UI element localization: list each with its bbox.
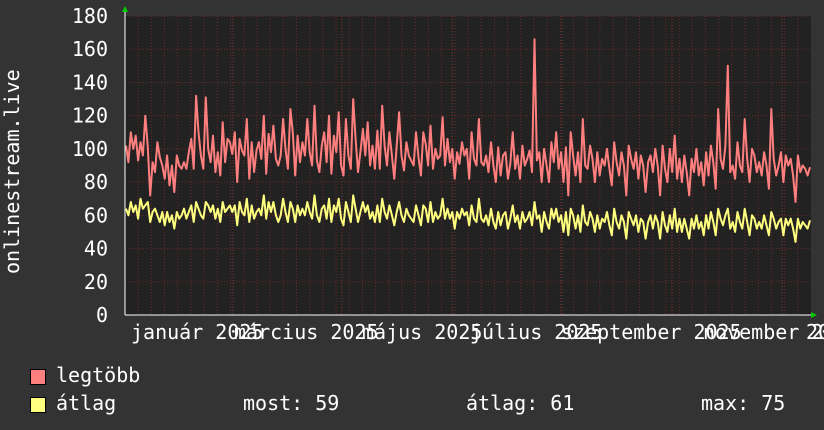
y-tick-label: 20 bbox=[84, 270, 108, 294]
x-tick-label: 20 bbox=[806, 320, 824, 344]
legend-swatch-atlag bbox=[30, 396, 46, 413]
stat-most: most: 59 bbox=[243, 391, 340, 415]
legend-swatch-legtobb bbox=[30, 368, 46, 385]
y-tick-label: 120 bbox=[72, 104, 108, 128]
x-tick-label: május 2025 bbox=[362, 320, 482, 344]
legend-label-atlag: átlag bbox=[56, 391, 117, 415]
y-tick-label: 80 bbox=[84, 170, 108, 194]
y-tick-label: 100 bbox=[72, 137, 108, 161]
y-tick-label: 140 bbox=[72, 70, 108, 94]
y-tick-label: 40 bbox=[84, 237, 108, 261]
legend-item-legtobb: legtöbb bbox=[30, 363, 140, 387]
y-tick-label: 60 bbox=[84, 203, 108, 227]
y-axis-label: onlinestream.live bbox=[0, 69, 24, 274]
chart: 020406080100120140160180január 2025márci… bbox=[0, 4, 824, 344]
x-axis-arrow bbox=[811, 312, 817, 318]
legend-label-legtobb: legtöbb bbox=[56, 363, 141, 387]
x-tick-label: március 2025 bbox=[234, 320, 379, 344]
y-tick-label: 0 bbox=[96, 303, 108, 327]
legend-item-atlag: átlag bbox=[30, 391, 116, 415]
y-axis-arrow bbox=[122, 6, 128, 12]
y-tick-label: 180 bbox=[72, 4, 108, 28]
y-tick-label: 160 bbox=[72, 37, 108, 61]
stat-atlag: átlag: 61 bbox=[466, 391, 575, 415]
stat-max: max: 75 bbox=[701, 391, 786, 415]
